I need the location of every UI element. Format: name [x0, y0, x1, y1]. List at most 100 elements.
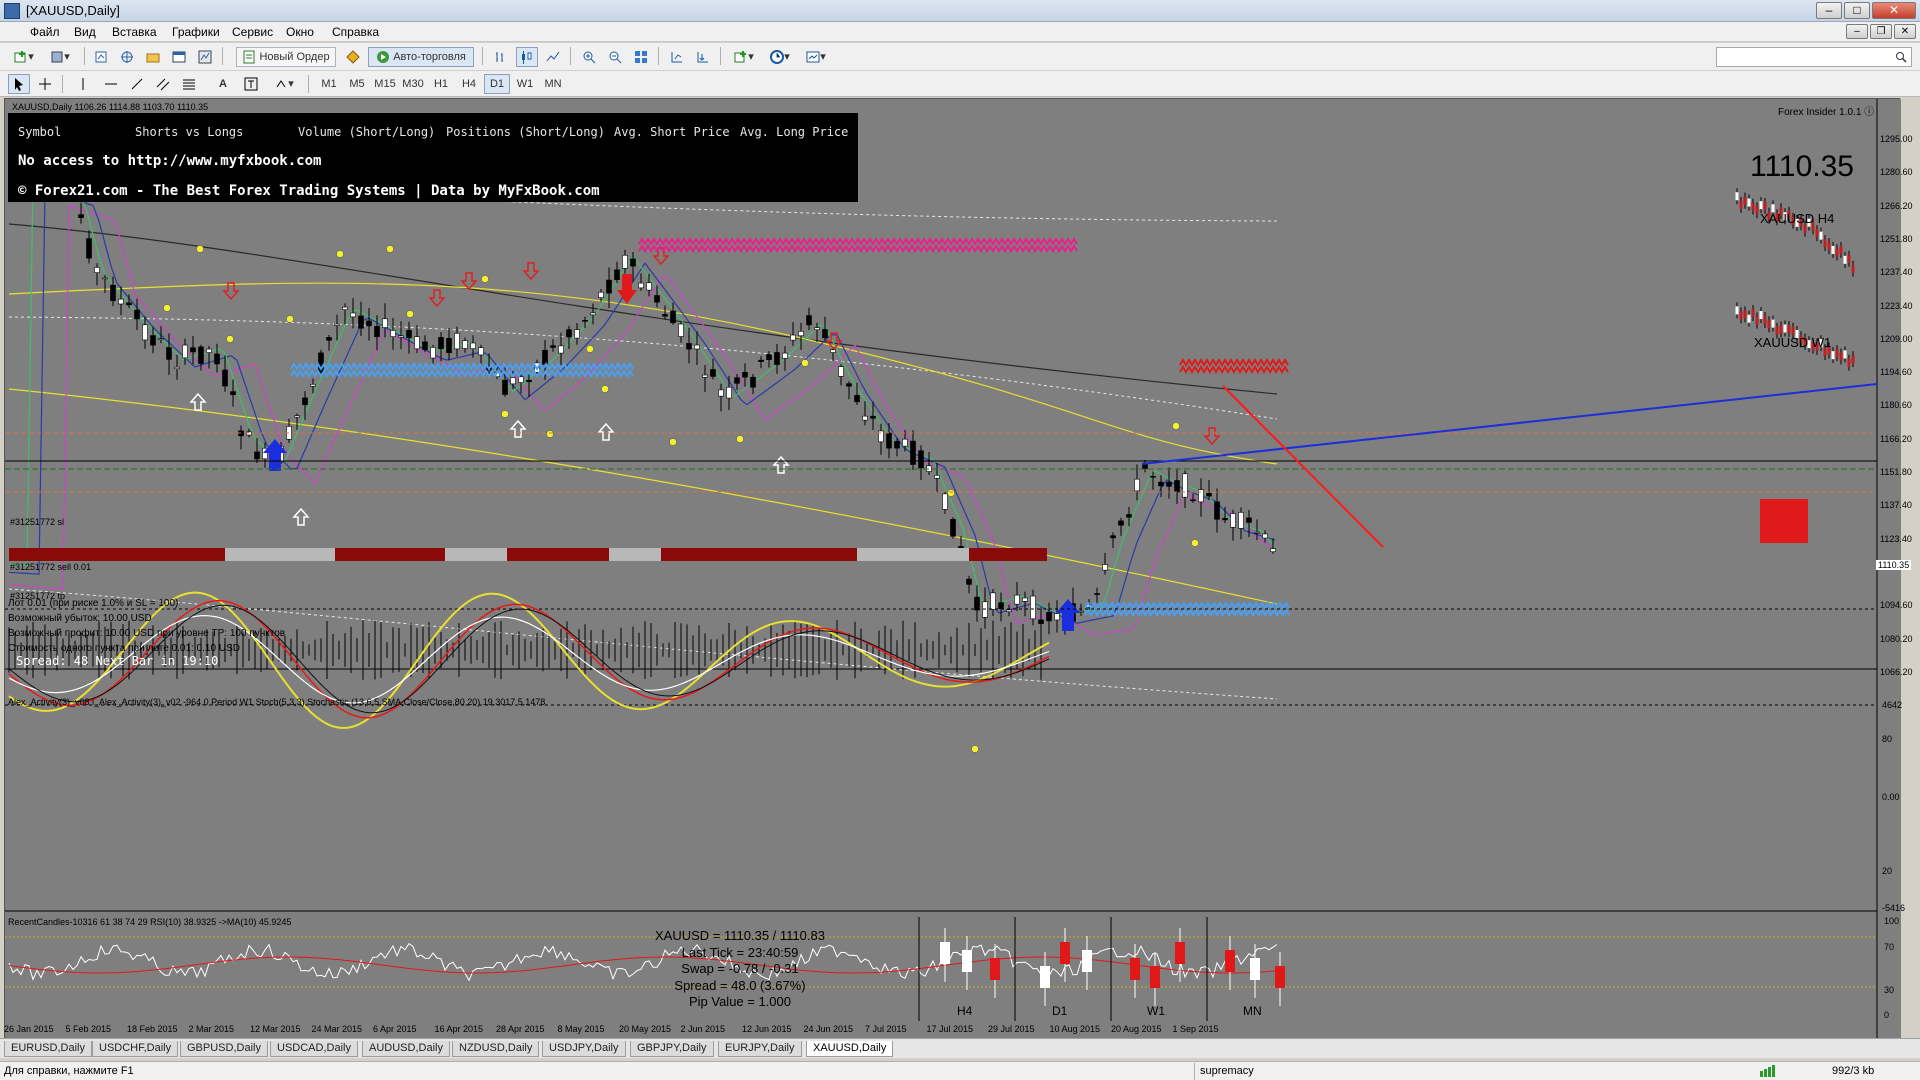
fibonacci-tool[interactable]	[178, 74, 200, 94]
search-box[interactable]	[1716, 47, 1912, 67]
date-axis-label: 2 Mar 2015	[188, 1024, 235, 1034]
metaeditor-button[interactable]	[342, 47, 364, 67]
candle-tf-mn: MN	[1243, 1004, 1262, 1018]
search-input[interactable]	[1717, 48, 1887, 66]
mini-w1-candle	[1835, 349, 1839, 358]
line-chart-button[interactable]	[542, 47, 564, 67]
mini-w1-candle	[1787, 324, 1791, 333]
candle-body	[446, 338, 452, 354]
tab-usdcad-daily[interactable]: USDCAD,Daily	[270, 1041, 358, 1057]
zoom-in-button[interactable]	[578, 47, 600, 67]
crosshair-tool[interactable]	[34, 74, 56, 94]
market-watch-button[interactable]	[90, 47, 112, 67]
timeframe-w1[interactable]: W1	[512, 74, 538, 94]
timeframe-h4[interactable]: H4	[456, 74, 482, 94]
tab-gbpjpy-daily[interactable]: GBPJPY,Daily	[630, 1041, 714, 1057]
menu-insert[interactable]: Вставка	[112, 25, 157, 39]
close-button[interactable]: ✕	[1872, 2, 1916, 19]
tab-usdjpy-daily[interactable]: USDJPY,Daily	[542, 1041, 626, 1057]
chart-shift-button[interactable]	[666, 47, 688, 67]
minimize-button[interactable]: –	[1816, 2, 1842, 19]
tab-xauusd-daily[interactable]: XAUUSD,Daily	[806, 1041, 894, 1057]
tab-audusd-daily[interactable]: AUDUSD,Daily	[362, 1041, 450, 1057]
candle-body	[750, 376, 756, 388]
candle-body	[102, 277, 108, 280]
tile-windows-button[interactable]	[630, 47, 652, 67]
title-bar: [XAUUSD,Daily] – □ ✕	[0, 0, 1920, 22]
timeframe-m15[interactable]: M15	[372, 74, 398, 94]
bar-chart-button[interactable]	[490, 47, 512, 67]
candlestick-button[interactable]	[516, 47, 538, 67]
chart-window[interactable]	[4, 98, 1901, 1039]
menu-view[interactable]: Вид	[74, 25, 96, 39]
timeframe-m5[interactable]: M5	[344, 74, 370, 94]
terminal-button[interactable]	[168, 47, 190, 67]
timeframe-h1[interactable]: H1	[428, 74, 454, 94]
osc-title: Alex_Activity(3)_v08 i_Alex_Activity(3)_…	[8, 697, 546, 707]
periods-button[interactable]: ▾	[764, 47, 796, 67]
candle-body	[294, 415, 300, 418]
timeframe-m30[interactable]: M30	[400, 74, 426, 94]
trendline-tool[interactable]	[126, 74, 148, 94]
tab-eurjpy-daily[interactable]: EURJPY,Daily	[718, 1041, 802, 1057]
profiles-button[interactable]: ▾	[44, 47, 76, 67]
vertical-line-tool[interactable]	[72, 74, 94, 94]
recent-candle-body	[1175, 942, 1185, 964]
candle-body	[1094, 593, 1100, 595]
date-axis-label: 6 Apr 2015	[373, 1024, 417, 1034]
zoom-in-icon	[583, 51, 596, 64]
text-label-tool[interactable]	[240, 74, 262, 94]
data-window-button[interactable]	[142, 47, 164, 67]
tab-nzdusd-daily[interactable]: NZDUSD,Daily	[452, 1041, 540, 1057]
fractal-dot	[1191, 539, 1199, 547]
timeframe-d1[interactable]: D1	[484, 74, 510, 94]
autoscroll-button[interactable]	[692, 47, 714, 67]
arrows-tool[interactable]: ▾	[268, 74, 300, 94]
maximize-button[interactable]: □	[1844, 2, 1870, 19]
navigator-button[interactable]	[116, 47, 138, 67]
new-chart-button[interactable]: ▾	[8, 47, 40, 67]
sell-label: #31251772 sell 0.01	[10, 562, 92, 572]
candle-body	[974, 596, 980, 611]
candlesticks-icon	[522, 51, 532, 65]
candle-body	[894, 440, 900, 449]
tab-gbpusd-daily[interactable]: GBPUSD,Daily	[180, 1041, 268, 1057]
mdi-restore-button[interactable]: ❐	[1870, 24, 1892, 39]
mini-w1-candle	[1775, 326, 1779, 335]
tester-button[interactable]	[194, 47, 216, 67]
templates-button[interactable]: ▾	[800, 47, 832, 67]
channel-tool[interactable]	[152, 74, 174, 94]
candle-body	[438, 337, 444, 350]
tab-usdchf-daily[interactable]: USDCHF,Daily	[92, 1041, 179, 1057]
clock-icon	[770, 50, 785, 65]
cursor-tool[interactable]	[8, 74, 30, 94]
timeframe-m1[interactable]: M1	[316, 74, 342, 94]
horizontal-line-tool[interactable]	[100, 74, 122, 94]
text-tool[interactable]: A	[212, 74, 234, 94]
zoom-out-button[interactable]	[604, 47, 626, 67]
new-order-button[interactable]: Новый Ордер	[236, 47, 336, 67]
menu-window[interactable]: Окно	[286, 25, 314, 39]
copyright-line: © Forex21.com - The Best Forex Trading S…	[18, 183, 600, 199]
menu-tools[interactable]: Сервис	[232, 25, 273, 39]
menu-help[interactable]: Справка	[332, 25, 379, 39]
mdi-minimize-button[interactable]: –	[1846, 24, 1868, 39]
mdi-close-button[interactable]: ✕	[1894, 24, 1916, 39]
fractal-dot	[501, 410, 509, 418]
trend-bar-segment	[335, 548, 445, 561]
candle-tf-h4: H4	[957, 1004, 973, 1018]
indicators-button[interactable]: ▾	[728, 47, 760, 67]
tile-icon	[635, 51, 647, 64]
auto-trading-button[interactable]: Авто-торговля	[368, 47, 474, 67]
menu-file[interactable]: Файл	[30, 25, 60, 39]
tab-eurusd-daily[interactable]: EURUSD,Daily	[4, 1041, 92, 1057]
chart-canvas[interactable]	[5, 99, 1901, 1039]
channel-icon	[156, 78, 170, 91]
menu-charts[interactable]: Графики	[172, 25, 220, 39]
rsi-axis-label: 30	[1884, 985, 1895, 995]
timeframe-mn[interactable]: MN	[540, 74, 566, 94]
date-axis-label: 26 Jan 2015	[4, 1024, 54, 1034]
search-icon[interactable]	[1895, 51, 1907, 63]
fractal-dot	[386, 245, 394, 253]
price-axis-label: 1237.40	[1880, 267, 1913, 278]
